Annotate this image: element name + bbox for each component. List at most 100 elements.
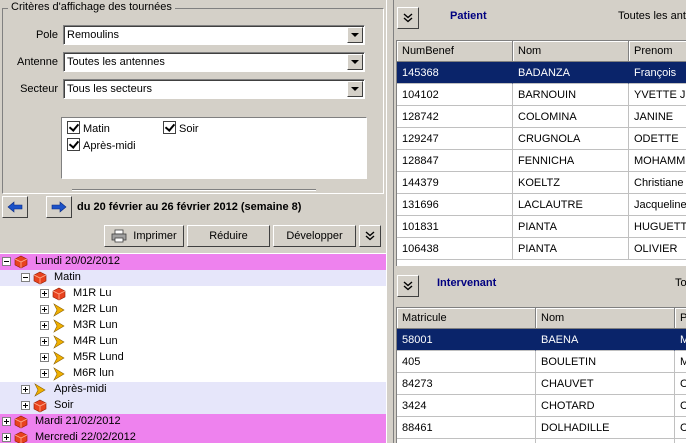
tree-node[interactable]: Matin — [0, 270, 386, 286]
print-button[interactable]: Imprimer — [104, 225, 184, 247]
intervenant-toggle-button[interactable] — [397, 275, 419, 297]
intervenant-table-cell: CHOTARD — [536, 395, 675, 417]
reduce-button[interactable]: Réduire — [187, 225, 270, 247]
patient-table-row[interactable]: 145368 BADANZA François — [397, 62, 686, 84]
tree-node[interactable]: M3R Lun — [0, 318, 386, 334]
tree-node[interactable]: M2R Lun — [0, 302, 386, 318]
intervenant-table-row[interactable]: 3424CHOTARDC — [397, 395, 686, 417]
tree-node[interactable]: M5R Lund — [0, 350, 386, 366]
pole-select[interactable]: Remoulins — [63, 25, 365, 45]
intervenant-column-header[interactable]: P — [675, 308, 686, 329]
matin-checkbox[interactable]: Matin — [67, 121, 110, 135]
toolbar-options-button[interactable] — [359, 225, 381, 247]
next-week-button[interactable] — [46, 196, 72, 218]
collapse-icon[interactable] — [21, 273, 30, 282]
patient-table-cell: 106438 — [397, 238, 513, 260]
tree-node[interactable]: Mardi 21/02/2012 — [0, 414, 386, 430]
panel-splitter[interactable] — [386, 0, 394, 443]
patient-table-row[interactable]: 129247 CRUGNOLA ODETTE — [397, 128, 686, 150]
matin-check-icon[interactable] — [67, 121, 80, 134]
intervenant-grid[interactable]: MatriculeNomP58001BAENAM405BOULETINM8427… — [396, 307, 686, 443]
intervenant-table-row[interactable]: 5325ERICONC — [397, 439, 686, 443]
tree-node[interactable]: M1R Lu — [0, 286, 386, 302]
printer-icon — [111, 229, 127, 243]
intervenant-table-cell: DOLHADILLE — [536, 417, 675, 439]
flag-icon — [52, 367, 66, 381]
intervenant-table-cell: M — [675, 351, 686, 373]
expand-icon[interactable] — [40, 305, 49, 314]
expand-icon[interactable] — [40, 337, 49, 346]
double-chevron-down-icon — [403, 13, 413, 23]
intervenant-table-row[interactable]: 88461DOLHADILLEC — [397, 417, 686, 439]
soir-checkbox[interactable]: Soir — [163, 121, 199, 135]
previous-week-button[interactable] — [2, 196, 28, 218]
intervenant-column-header[interactable]: Nom — [536, 308, 675, 329]
antenne-select[interactable]: Toutes les antennes — [63, 52, 365, 72]
intervenant-table-cell: ERICON — [536, 439, 675, 443]
expand-icon[interactable] — [2, 417, 11, 426]
collapse-icon[interactable] — [2, 257, 11, 266]
intervenant-table-row[interactable]: 405BOULETINM — [397, 351, 686, 373]
patient-column-header[interactable]: Nom — [513, 41, 629, 62]
tree-node[interactable]: Soir — [0, 398, 386, 414]
intervenant-table-cell: 84273 — [397, 373, 536, 395]
secteur-dropdown-button[interactable] — [347, 81, 363, 97]
patient-grid[interactable]: NumBenef Nom Prenom 145368 BADANZA François 10… — [396, 40, 686, 266]
patient-table-row[interactable]: 101831PIANTAHUGUETTE — [397, 216, 686, 238]
patient-column-header[interactable]: Prenom — [629, 41, 686, 62]
patient-table-row[interactable]: 128742 COLOMINA JANINE — [397, 106, 686, 128]
patient-grid-header: NumBenef Nom Prenom — [397, 41, 686, 62]
tree-node[interactable]: Après-midi — [0, 382, 386, 398]
expand-icon[interactable] — [40, 289, 49, 298]
intervenant-column-header[interactable]: Matricule — [397, 308, 536, 329]
intervenant-antenne-filter: To — [675, 277, 686, 289]
cube-icon — [52, 287, 66, 301]
patient-antenne-filter: Toutes les ant — [618, 10, 686, 22]
tournees-tree[interactable]: Lundi 20/02/2012 Matin M1R Lu M2R Lun M3R Lu… — [0, 253, 386, 443]
flag-icon — [52, 351, 66, 365]
tree-node[interactable]: Lundi 20/02/2012 — [0, 254, 386, 270]
pole-dropdown-button[interactable] — [347, 27, 363, 43]
apres-midi-checkbox[interactable]: Après-midi — [67, 138, 136, 152]
patient-table-cell: 101831 — [397, 216, 513, 238]
patient-table-row[interactable]: 106438 PIANTA OLIVIER — [397, 238, 686, 260]
patient-table-cell: KOELTZ — [513, 172, 629, 194]
patient-toggle-button[interactable] — [397, 7, 419, 29]
expand-icon[interactable] — [2, 433, 11, 442]
periods-list: Matin Soir Après-midi — [61, 117, 367, 179]
expand-button[interactable]: Développer — [273, 225, 356, 247]
tree-node[interactable]: M4R Lun — [0, 334, 386, 350]
expand-icon[interactable] — [21, 401, 30, 410]
flag-icon — [52, 303, 66, 317]
patient-table-cell: LACLAUTRE — [513, 194, 629, 216]
patient-title: Patient — [450, 10, 487, 22]
expand-icon[interactable] — [21, 385, 30, 394]
tree-node[interactable]: Mercredi 22/02/2012 — [0, 430, 386, 443]
patient-table-row[interactable]: 128847FENNICHAMOHAMME — [397, 150, 686, 172]
apres-midi-check-icon[interactable] — [67, 138, 80, 151]
intervenant-table-cell: CHAUVET — [536, 373, 675, 395]
patient-column-header[interactable]: NumBenef — [397, 41, 513, 62]
tree-node-label: Soir — [54, 399, 74, 411]
intervenant-table-cell: C — [675, 417, 686, 439]
flag-icon — [33, 383, 47, 397]
intervenant-table-cell: 405 — [397, 351, 536, 373]
tree-node-label: M3R Lun — [73, 319, 118, 331]
patient-table-row[interactable]: 104102BARNOUINYVETTE JE — [397, 84, 686, 106]
intervenant-table-row[interactable]: 58001BAENAM — [397, 329, 686, 351]
secteur-label: Secteur — [20, 83, 58, 95]
tree-node-label: M4R Lun — [73, 335, 118, 347]
soir-check-icon[interactable] — [163, 121, 176, 134]
expand-icon[interactable] — [40, 353, 49, 362]
patient-table-row[interactable]: 144379 KOELTZ Christiane — [397, 172, 686, 194]
secteur-select[interactable]: Tous les secteurs — [63, 79, 365, 99]
expand-icon[interactable] — [40, 321, 49, 330]
intervenant-table-row[interactable]: 84273CHAUVETC — [397, 373, 686, 395]
patient-table-row[interactable]: 131696 LACLAUTRE Jacqueline — [397, 194, 686, 216]
tree-node[interactable]: M6R lun — [0, 366, 386, 382]
tree-node-label: Lundi 20/02/2012 — [35, 255, 121, 267]
expand-icon[interactable] — [40, 369, 49, 378]
intervenant-grid-header: MatriculeNomP — [397, 308, 686, 329]
patient-table-cell: ODETTE — [629, 128, 686, 150]
antenne-dropdown-button[interactable] — [347, 54, 363, 70]
